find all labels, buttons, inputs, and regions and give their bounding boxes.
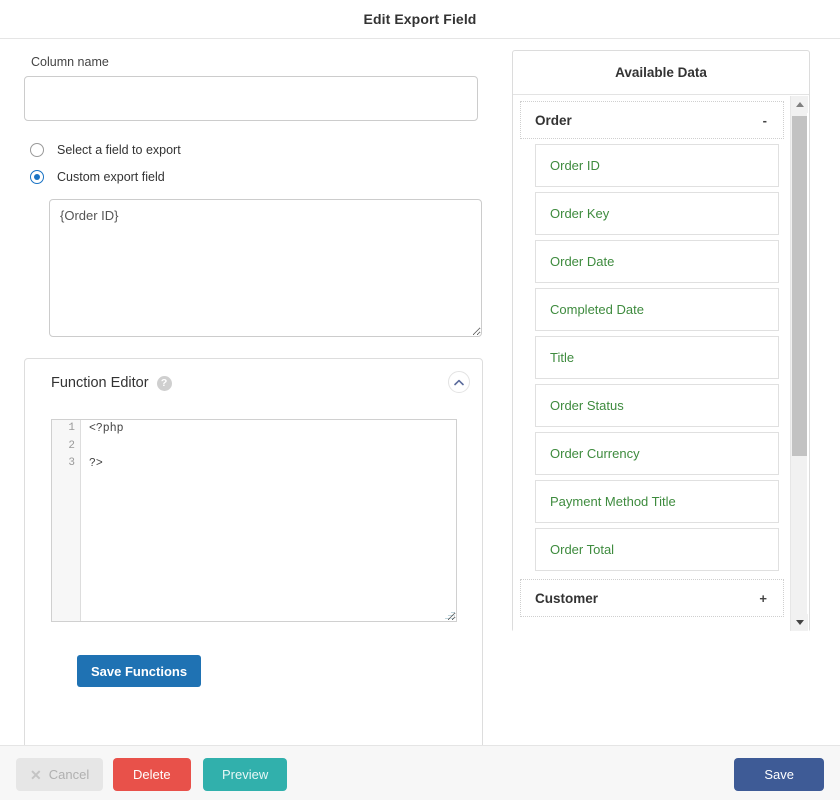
list-item[interactable]: Title xyxy=(535,336,779,379)
available-data-list: Order - Order ID Order Key Order Date Co… xyxy=(513,95,789,632)
edit-export-field-modal: Edit Export Field Column name Select a f… xyxy=(0,0,840,800)
list-item[interactable]: Order Key xyxy=(535,192,779,235)
code-line: ?> xyxy=(89,457,103,471)
chevron-up-icon[interactable] xyxy=(448,371,470,393)
export-field-form: Column name Select a field to export Cus… xyxy=(24,55,490,342)
line-number: 2 xyxy=(68,439,75,452)
custom-export-field-wrap xyxy=(49,199,490,342)
modal-footer: ✕ Cancel Delete Preview Save xyxy=(0,745,840,800)
function-editor-panel: Function Editor ? 1 2 3 <?php ?> Save Fu… xyxy=(24,358,483,752)
line-number: 3 xyxy=(68,457,75,470)
save-button[interactable]: Save xyxy=(734,758,824,791)
modal-header: Edit Export Field xyxy=(0,0,840,39)
delete-button[interactable]: Delete xyxy=(113,758,191,791)
group-name: Customer xyxy=(535,590,599,606)
available-data-title: Available Data xyxy=(513,51,809,95)
page-title: Edit Export Field xyxy=(363,11,477,27)
function-editor-header: Function Editor ? xyxy=(25,359,482,407)
radio-circle-selected-icon xyxy=(30,170,44,184)
available-data-scroll-area: Order - Order ID Order Key Order Date Co… xyxy=(513,95,809,632)
column-name-input[interactable] xyxy=(24,76,478,121)
resize-handle-icon[interactable] xyxy=(443,608,455,620)
list-item[interactable]: Completed Date xyxy=(535,288,779,331)
custom-export-field-textarea[interactable] xyxy=(49,199,482,337)
group-header-customer[interactable]: Customer + xyxy=(520,579,784,617)
save-functions-button[interactable]: Save Functions xyxy=(77,655,202,687)
radio-label: Select a field to export xyxy=(57,143,181,157)
code-line: <?php xyxy=(89,422,124,435)
php-code-editor[interactable]: 1 2 3 <?php ?> xyxy=(51,419,457,622)
cancel-button-label: Cancel xyxy=(48,767,90,782)
available-data-panel: Available Data Order - Order ID Order Ke… xyxy=(512,50,810,632)
modal-body: Column name Select a field to export Cus… xyxy=(0,39,840,752)
export-mode-radio-group: Select a field to export Custom export f… xyxy=(30,138,490,189)
code-content[interactable]: <?php ?> xyxy=(81,420,124,473)
group-header-order[interactable]: Order - xyxy=(520,101,784,139)
caret-down-icon[interactable] xyxy=(791,614,808,631)
expand-plus-icon[interactable]: + xyxy=(759,592,767,605)
list-item[interactable]: Payment Method Title xyxy=(535,480,779,523)
list-item[interactable]: Order Currency xyxy=(535,432,779,475)
available-data-scrollbar[interactable] xyxy=(790,96,808,631)
line-number: 1 xyxy=(68,422,75,434)
list-item[interactable]: Order ID xyxy=(535,144,779,187)
column-name-label: Column name xyxy=(31,55,109,69)
code-gutter: 1 2 3 xyxy=(52,420,81,621)
radio-label: Custom export field xyxy=(57,170,165,184)
x-icon: ✕ xyxy=(30,766,42,783)
function-editor-title: Function Editor xyxy=(51,375,149,391)
scrollbar-thumb[interactable] xyxy=(792,116,807,456)
group-name: Order xyxy=(535,112,572,128)
collapse-minus-icon[interactable]: - xyxy=(763,114,767,127)
list-item[interactable]: Order Total xyxy=(535,528,779,571)
preview-button[interactable]: Preview xyxy=(203,758,288,791)
caret-up-icon[interactable] xyxy=(791,96,808,113)
radio-custom-export-field[interactable]: Custom export field xyxy=(30,165,490,189)
list-item[interactable]: Order Date xyxy=(535,240,779,283)
cancel-button[interactable]: ✕ Cancel xyxy=(16,758,104,791)
radio-circle-icon xyxy=(30,143,44,157)
question-mark-icon[interactable]: ? xyxy=(156,375,172,391)
list-item[interactable]: Order Status xyxy=(535,384,779,427)
radio-select-field-to-export[interactable]: Select a field to export xyxy=(30,138,490,162)
